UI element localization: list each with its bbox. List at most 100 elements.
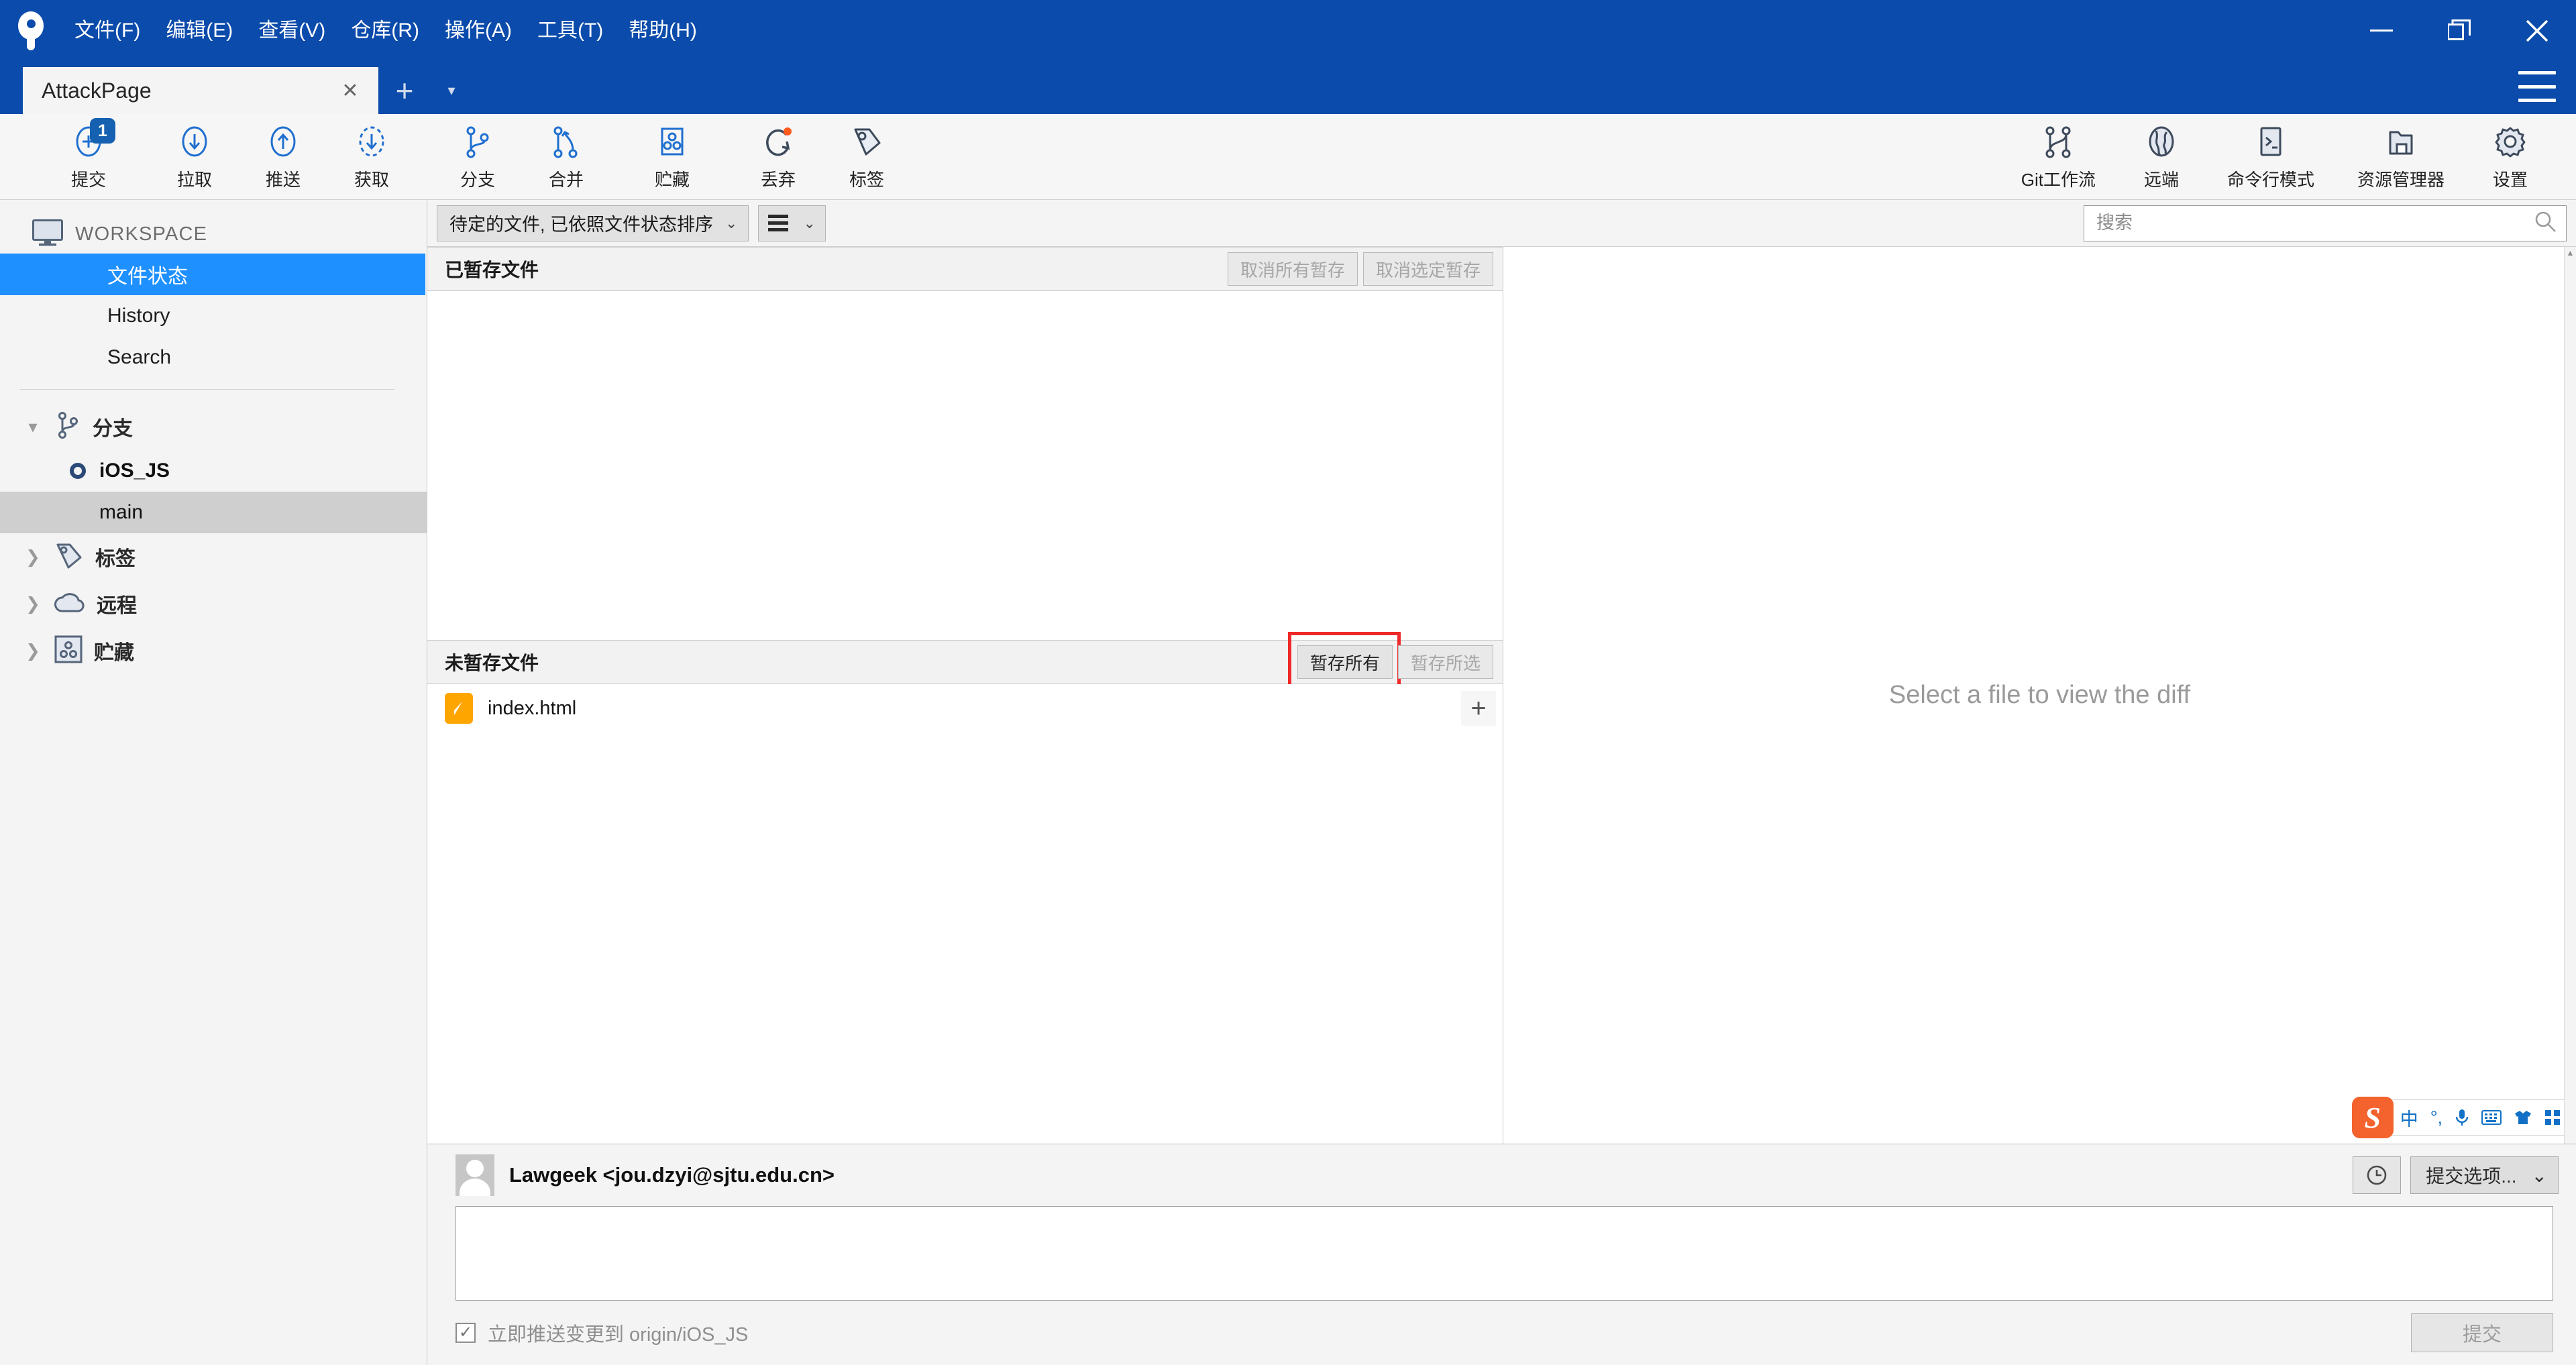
ime-punctuation-toggle[interactable]: °, [2430, 1107, 2443, 1128]
sidebar-group-remotes[interactable]: ❯ 远程 [0, 580, 427, 627]
toolbar-settings[interactable]: 设置 [2478, 118, 2542, 196]
toolbar-explorer[interactable]: 资源管理器 [2348, 118, 2454, 196]
chevron-right-icon[interactable]: ❯ [23, 594, 43, 614]
sidebar-group-tags[interactable]: ❯ 标签 [0, 533, 427, 580]
view-mode-dropdown[interactable]: ⌄ [758, 205, 826, 241]
toolbar-right-group: Git工作流 远端 命令行模式 资源管理器 设置 [2012, 118, 2567, 196]
list-item[interactable]: index.html + [427, 684, 1503, 732]
menu-bar: 文件(F) 编辑(E) 查看(V) 仓库(R) 操作(A) 工具(T) 帮助(H… [62, 12, 710, 50]
commit-author-row: Lawgeek <jou.dzyi@sjtu.edu.cn> 提交选项... ⌄ [438, 1144, 2565, 1206]
sidebar-item-history[interactable]: History [0, 295, 427, 337]
commit-message-input[interactable] [456, 1207, 2553, 1300]
sidebar-item-file-status[interactable]: 文件状态 [0, 254, 425, 295]
toolbar-terminal[interactable]: 命令行模式 [2218, 118, 2324, 196]
menu-edit[interactable]: 编辑(E) [153, 12, 246, 50]
toolbar-merge[interactable]: 合并 [534, 118, 598, 196]
toolbar-branch[interactable]: 分支 [445, 118, 510, 196]
sidebar-branch-main[interactable]: main [0, 492, 427, 533]
menu-view[interactable]: 查看(V) [246, 12, 338, 50]
stage-all-button[interactable]: 暂存所有 [1297, 645, 1393, 679]
toolbar-stash[interactable]: 贮藏 [640, 118, 704, 196]
stage-selected-button[interactable]: 暂存所选 [1397, 645, 1493, 679]
stash-icon [54, 635, 83, 667]
tab-attackpage[interactable]: AttackPage ✕ [23, 67, 378, 114]
tab-bar: AttackPage ✕ + ▾ [0, 62, 2576, 114]
toolbar-remote[interactable]: 远端 [2129, 118, 2194, 196]
commit-bottom-row: ✓ 立即推送变更到 origin/iOS_JS 提交 [438, 1301, 2565, 1365]
push-changes-checkbox[interactable]: ✓ 立即推送变更到 origin/iOS_JS [455, 1319, 748, 1347]
menu-icon[interactable] [2518, 71, 2556, 102]
sidebar: WORKSPACE 文件状态 History Search ▾ 分支 iOS_J… [0, 200, 427, 1365]
skin-icon[interactable] [2514, 1109, 2532, 1126]
toolbar-label: 标签 [849, 170, 884, 190]
branch-label: main [99, 501, 144, 523]
chevron-right-icon[interactable]: ❯ [23, 641, 43, 661]
search-input[interactable] [2096, 213, 2534, 233]
file-lists: 已暂存文件 取消所有暂存 取消选定暂存 未暂存文件 暂存所有 暂存所选 inde… [427, 247, 1503, 1144]
chevron-right-icon[interactable]: ❯ [23, 547, 43, 567]
menu-repository[interactable]: 仓库(R) [338, 12, 432, 50]
scroll-up-arrow-icon[interactable]: ▲ [2565, 247, 2576, 259]
chevron-down-icon[interactable]: ▾ [23, 417, 43, 437]
sort-mode-dropdown[interactable]: 待定的文件, 已依照文件状态排序 ⌄ [437, 205, 749, 241]
commit-count-badge: 1 [90, 118, 115, 144]
search-box[interactable] [2084, 205, 2567, 241]
toolbar-fetch[interactable]: 获取 [339, 118, 404, 196]
search-icon[interactable] [2534, 210, 2557, 236]
commit-author-actions: 提交选项... ⌄ [2353, 1156, 2565, 1194]
menu-help[interactable]: 帮助(H) [616, 12, 710, 50]
chevron-down-icon[interactable]: ▾ [431, 67, 472, 114]
commit-options-button[interactable]: 提交选项... ⌄ [2410, 1156, 2559, 1194]
close-icon[interactable]: ✕ [337, 77, 364, 104]
diff-pane: Select a file to view the diff S 中 °, ▲ [1503, 247, 2576, 1144]
mic-icon[interactable] [2455, 1108, 2469, 1127]
commit-button[interactable]: 提交 [2411, 1313, 2553, 1352]
unstage-selected-button[interactable]: 取消选定暂存 [1362, 252, 1493, 286]
menu-file[interactable]: 文件(F) [62, 12, 153, 50]
stage-file-button[interactable]: + [1461, 691, 1496, 726]
new-tab-button[interactable]: + [378, 67, 431, 114]
sidebar-branch-ios-js[interactable]: iOS_JS [0, 450, 427, 492]
sidebar-group-stashes[interactable]: ❯ 贮藏 [0, 627, 427, 674]
sogou-ime-logo[interactable]: S [2351, 1097, 2394, 1138]
branch-label: iOS_JS [99, 459, 170, 482]
unstaged-file-list[interactable]: index.html + [427, 684, 1503, 1144]
toolbar-tag[interactable]: 标签 [835, 118, 899, 196]
sidebar-group-label: 远程 [97, 595, 137, 617]
diff-scrollbar[interactable]: ▲ [2564, 247, 2576, 1144]
sidebar-group-label: 标签 [95, 548, 136, 570]
minimize-icon[interactable] [2343, 0, 2420, 62]
close-icon[interactable] [2498, 0, 2576, 62]
clock-history-icon[interactable] [2353, 1156, 2402, 1194]
commit-author: Lawgeek <jou.dzyi@sjtu.edu.cn> [509, 1163, 835, 1187]
ime-mode-chinese[interactable]: 中 [2400, 1105, 2418, 1131]
toolbar-pull[interactable]: 拉取 [162, 118, 227, 196]
title-bar: 文件(F) 编辑(E) 查看(V) 仓库(R) 操作(A) 工具(T) 帮助(H… [0, 0, 2576, 62]
toolbar-discard[interactable]: 丢弃 [746, 118, 810, 196]
window-controls [2343, 0, 2576, 62]
unstage-all-button[interactable]: 取消所有暂存 [1227, 252, 1358, 286]
toolbar-gitflow[interactable]: Git工作流 [2012, 118, 2105, 196]
toolbar-commit[interactable]: 1 提交 [56, 118, 121, 196]
staged-file-list[interactable] [427, 291, 1503, 640]
restore-icon[interactable] [2420, 0, 2498, 62]
commit-message-box[interactable] [455, 1206, 2553, 1301]
current-branch-icon [70, 463, 86, 479]
sidebar-item-search[interactable]: Search [0, 337, 427, 378]
list-lines-icon [768, 215, 789, 231]
ime-toolbar[interactable]: S 中 °, [2351, 1097, 2571, 1138]
menu-actions[interactable]: 操作(A) [432, 12, 525, 50]
toolbar-push[interactable]: 推送 [251, 118, 315, 196]
toolbar-label: 推送 [265, 170, 301, 190]
monitor-icon [32, 219, 63, 250]
keyboard-icon[interactable] [2481, 1110, 2502, 1125]
tag-icon [54, 541, 85, 574]
sidebar-group-branches[interactable]: ▾ 分支 [0, 403, 427, 450]
toolbar-label: 贮藏 [654, 170, 690, 190]
apps-icon[interactable] [2544, 1109, 2561, 1126]
menu-tools[interactable]: 工具(T) [525, 12, 616, 50]
chevron-down-icon: ⌄ [2531, 1164, 2547, 1186]
checkbox-mark[interactable]: ✓ [455, 1323, 476, 1343]
stash-icon [653, 122, 691, 161]
toolbar-label: 拉取 [176, 170, 212, 190]
